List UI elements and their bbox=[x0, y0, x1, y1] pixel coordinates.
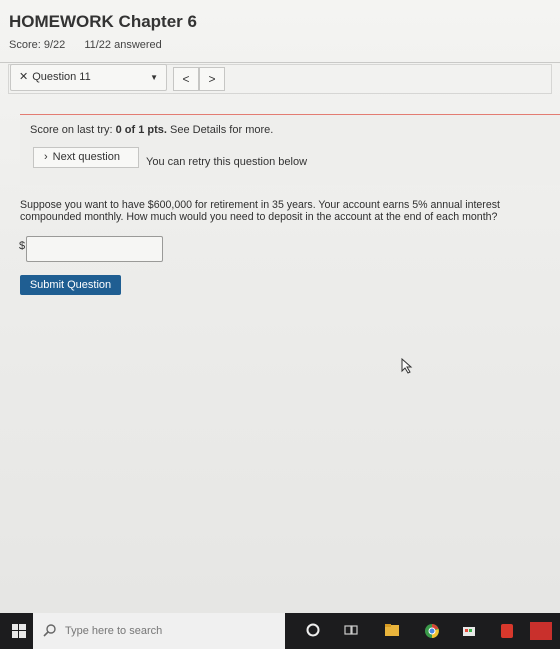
last-try-prefix: Score on last try: bbox=[30, 124, 116, 136]
retry-message: You can retry this question below bbox=[146, 156, 308, 168]
mouse-cursor-icon bbox=[401, 358, 413, 374]
divider bbox=[0, 62, 560, 63]
next-question-button[interactable]: › Next question bbox=[33, 147, 139, 168]
search-icon bbox=[43, 624, 56, 637]
answered-count: 11/22 answered bbox=[84, 39, 162, 51]
file-explorer-icon[interactable] bbox=[384, 623, 400, 637]
taskbar-search-box[interactable]: Type here to search bbox=[33, 613, 285, 649]
assignment-title: HOMEWORK Chapter 6 bbox=[9, 12, 197, 31]
chevron-right-icon: › bbox=[44, 151, 48, 163]
next-question-label: Next question bbox=[52, 151, 120, 163]
answer-input[interactable] bbox=[26, 236, 163, 262]
question-text: Suppose you want to have $600,000 for re… bbox=[20, 199, 500, 223]
search-placeholder: Type here to search bbox=[65, 625, 163, 637]
office-app-icon[interactable] bbox=[528, 621, 554, 641]
last-try-suffix: See Details for more. bbox=[166, 124, 274, 136]
score-text: Score: 9/22 bbox=[9, 39, 66, 51]
next-question-nav-button[interactable]: > bbox=[199, 67, 225, 91]
store-icon[interactable] bbox=[462, 623, 476, 637]
currency-symbol: $ bbox=[19, 240, 26, 252]
submit-question-button[interactable]: Submit Question bbox=[20, 275, 121, 295]
incorrect-x-icon: ✕ bbox=[19, 71, 29, 83]
app-icon[interactable] bbox=[500, 623, 514, 639]
chrome-icon[interactable] bbox=[424, 623, 440, 639]
question-select-label: Question 11 bbox=[32, 71, 91, 83]
cortana-icon[interactable] bbox=[306, 623, 320, 637]
dropdown-caret-icon: ▼ bbox=[150, 73, 158, 82]
score-summary: Score: 9/22 11/22 answered bbox=[9, 39, 178, 51]
prev-question-button[interactable]: < bbox=[173, 67, 199, 91]
last-try-points: 0 of 1 pts. bbox=[115, 124, 167, 136]
windows-start-icon[interactable] bbox=[12, 624, 26, 638]
question-select[interactable]: ✕ Question 11 ▼ bbox=[10, 64, 167, 91]
task-view-icon[interactable] bbox=[344, 623, 358, 637]
last-try-score: Score on last try: 0 of 1 pts. See Detai… bbox=[30, 124, 273, 136]
